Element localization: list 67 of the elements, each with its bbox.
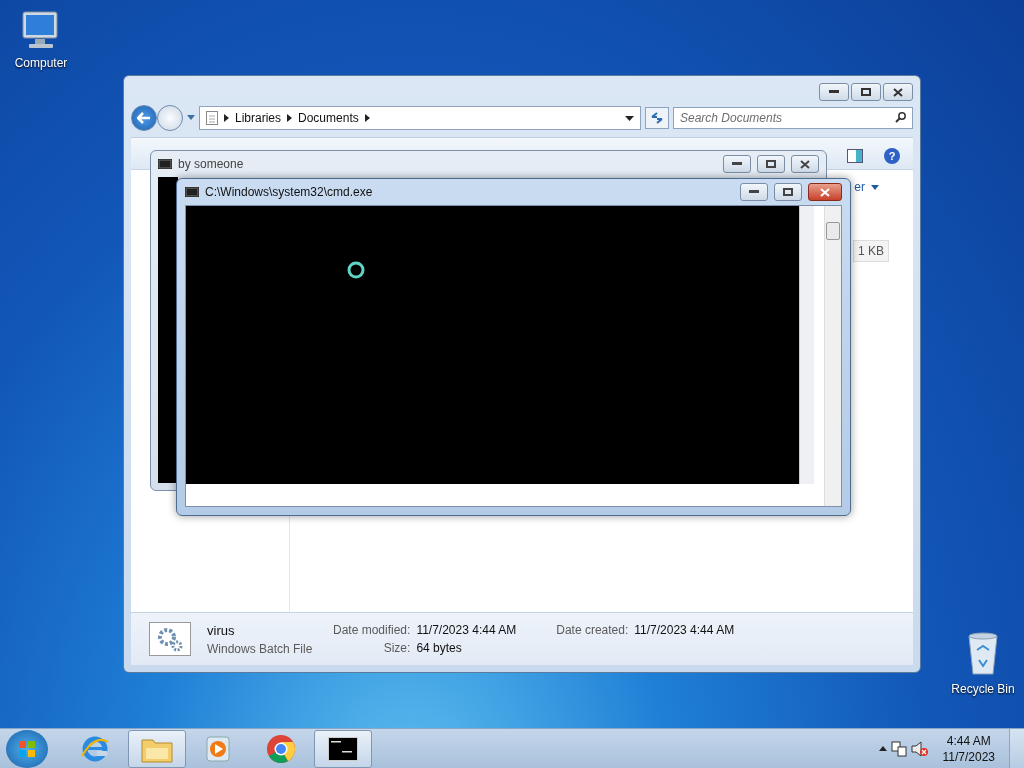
- console-icon: [185, 187, 199, 197]
- maximize-icon: [783, 188, 793, 196]
- chevron-right-icon[interactable]: [287, 114, 293, 122]
- taskbar-button[interactable]: [314, 729, 372, 768]
- maximize-icon: [766, 160, 776, 168]
- chevron-right-icon[interactable]: [364, 114, 370, 122]
- property-value: 11/7/2023 4:44 AM: [416, 623, 517, 637]
- console-icon: [158, 159, 172, 169]
- breadcrumb-item[interactable]: Libraries: [235, 111, 282, 125]
- chevron-right-icon[interactable]: [224, 114, 229, 122]
- speaker-muted-icon[interactable]: [910, 740, 929, 757]
- document-icon: [206, 111, 218, 125]
- close-icon: [820, 187, 830, 197]
- desktop-icon-label[interactable]: Computer: [14, 56, 68, 70]
- busy-cursor-icon: [346, 260, 366, 280]
- back-arrow-icon: [137, 112, 151, 124]
- scrollbar[interactable]: [824, 206, 841, 506]
- preview-pane-icon[interactable]: [847, 148, 863, 163]
- search-field[interactable]: Search Documents: [673, 107, 913, 129]
- media-player-icon: [205, 734, 233, 763]
- close-icon: [893, 87, 903, 97]
- breadcrumb-item[interactable]: Documents: [298, 111, 359, 125]
- minimize-icon: [732, 162, 742, 166]
- property-value: 64 bytes: [416, 641, 463, 655]
- toolbar-text[interactable]: er: [854, 180, 865, 194]
- console-icon: [328, 736, 358, 761]
- dropdown-arrow-icon[interactable]: [871, 184, 879, 190]
- window-title: by someone: [178, 157, 244, 171]
- minimize-button[interactable]: [819, 83, 849, 101]
- close-button[interactable]: [808, 183, 842, 201]
- clock-date[interactable]: 11/7/2023: [942, 749, 995, 764]
- file-name: virus: [207, 622, 236, 638]
- clock-time[interactable]: 4:44 AM: [946, 733, 991, 748]
- search-icon: [895, 112, 906, 123]
- back-button[interactable]: [131, 105, 157, 131]
- batch-file-icon: [149, 622, 191, 656]
- property-label: Date created:: [556, 623, 629, 637]
- refresh-icon: [650, 112, 664, 124]
- property-label: Size:: [382, 641, 411, 655]
- minimize-icon: [749, 190, 759, 194]
- file-size-cell: 1 KB: [853, 240, 889, 262]
- scrollbar[interactable]: [799, 206, 814, 484]
- close-icon: [800, 159, 810, 169]
- minimize-button[interactable]: [740, 183, 768, 201]
- property-value: 11/7/2023 4:44 AM: [634, 623, 735, 637]
- maximize-icon: [861, 88, 871, 96]
- maximize-button[interactable]: [851, 83, 881, 101]
- window-title: C:\Windows\system32\cmd.exe: [205, 185, 373, 199]
- minimize-icon: [829, 90, 839, 94]
- close-button[interactable]: [791, 155, 819, 173]
- start-button[interactable]: [6, 729, 48, 768]
- chrome-icon: [266, 733, 296, 764]
- property-label: Date modified:: [333, 623, 411, 637]
- show-hidden-icons-icon[interactable]: [878, 746, 887, 751]
- maximize-button[interactable]: [757, 155, 785, 173]
- minimize-button[interactable]: [723, 155, 751, 173]
- refresh-button[interactable]: [645, 107, 669, 129]
- help-icon[interactable]: ?: [883, 146, 901, 165]
- desktop-icon-label[interactable]: Recycle Bin: [951, 682, 1015, 696]
- close-button[interactable]: [883, 83, 913, 101]
- file-type: Windows Batch File: [207, 641, 314, 656]
- windows-logo-icon: [19, 740, 35, 757]
- forward-button[interactable]: [157, 105, 183, 131]
- dropdown-arrow-icon[interactable]: [625, 115, 634, 121]
- network-icon[interactable]: [890, 740, 907, 757]
- maximize-button[interactable]: [774, 183, 802, 201]
- address-bar[interactable]: Libraries Documents: [199, 106, 641, 130]
